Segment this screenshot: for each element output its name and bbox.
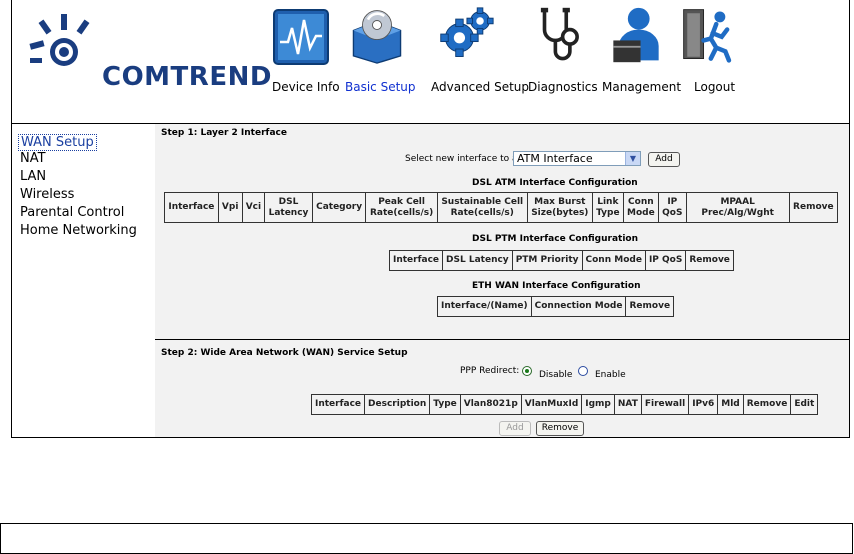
nav-label: Advanced Setup xyxy=(431,80,530,94)
col-header: Vlan8021p xyxy=(459,394,522,415)
col-header: IPv6 xyxy=(688,394,719,415)
logout-icon xyxy=(683,9,732,63)
col-header: Conn Mode xyxy=(581,250,646,271)
main-content: Step 1: Layer 2 Interface Select new int… xyxy=(155,124,849,437)
advanced-setup-icon xyxy=(440,7,494,57)
table-header-row: Interface Description Type Vlan8021p Vla… xyxy=(310,394,819,415)
sidebar-item-nat[interactable]: NAT xyxy=(20,151,46,166)
ppp-redirect-label: PPP Redirect: xyxy=(460,366,520,376)
sidebar-item-home-networking[interactable]: Home Networking xyxy=(20,223,137,238)
col-header: IP QoS xyxy=(657,192,687,223)
col-header: Max Burst Size(bytes) xyxy=(526,192,593,223)
nav-label: Management xyxy=(602,80,682,94)
diagnostics-icon xyxy=(540,7,579,61)
col-header: Mld xyxy=(717,394,744,415)
atm-interface-table: Interface Vpi Vci DSL Latency Category Pe… xyxy=(164,192,839,223)
remove-service-button[interactable]: Remove xyxy=(536,421,584,436)
wan-service-table: Interface Description Type Vlan8021p Vla… xyxy=(310,394,819,415)
col-header: Category xyxy=(311,192,367,223)
col-header: VlanMuxId xyxy=(520,394,583,415)
col-header: Remove xyxy=(625,296,675,317)
col-header: Sustainable Cell Rate(cells/s) xyxy=(436,192,528,223)
chevron-down-icon: ▼ xyxy=(625,152,640,165)
sidebar-item-wireless[interactable]: Wireless xyxy=(20,187,74,202)
col-header: Remove xyxy=(788,192,839,223)
logo-text: COMTREND xyxy=(102,62,272,92)
sidebar-item-lan[interactable]: LAN xyxy=(20,169,46,184)
add-interface-button[interactable]: Add xyxy=(648,152,680,167)
col-header: Link Type xyxy=(591,192,624,223)
ptm-caption: DSL PTM Interface Configuration xyxy=(472,234,639,244)
eth-caption: ETH WAN Interface Configuration xyxy=(472,281,641,291)
col-header: Interface xyxy=(164,192,219,223)
ppp-disable-radio[interactable] xyxy=(522,366,532,376)
col-header: Description xyxy=(364,394,431,415)
select-value: ATM Interface xyxy=(517,152,593,165)
comtrend-logo: COMTREND xyxy=(28,12,271,92)
col-header: IP QoS xyxy=(644,250,687,271)
col-header: Type xyxy=(429,394,461,415)
table-header-row: Interface/(Name) Connection Mode Remove xyxy=(437,296,675,317)
col-header: Edit xyxy=(790,394,819,415)
table-header-row: Interface DSL Latency PTM Priority Conn … xyxy=(388,250,734,271)
nav-label: Logout xyxy=(694,80,736,94)
device-info-icon xyxy=(273,9,329,65)
sidebar-item-parental-control[interactable]: Parental Control xyxy=(20,205,124,220)
ppp-enable-radio[interactable] xyxy=(578,366,588,376)
col-header: Remove xyxy=(685,250,734,271)
ptm-interface-table: Interface DSL Latency PTM Priority Conn … xyxy=(388,250,734,271)
col-header: Firewall xyxy=(640,394,690,415)
footer-box xyxy=(0,523,853,554)
col-header: Conn Mode xyxy=(622,192,659,223)
col-header: Interface xyxy=(388,250,444,271)
col-header: Connection Mode xyxy=(530,296,627,317)
sidebar: WAN Setup NAT LAN Wireless Parental Cont… xyxy=(12,124,155,437)
col-header: Remove xyxy=(742,394,792,415)
step1-title: Step 1: Layer 2 Interface xyxy=(161,128,287,138)
col-header: NAT xyxy=(613,394,642,415)
add-service-button[interactable]: Add xyxy=(499,421,531,436)
col-header: Vpi xyxy=(217,192,243,223)
atm-caption: DSL ATM Interface Configuration xyxy=(472,178,638,188)
eth-interface-table: Interface/(Name) Connection Mode Remove xyxy=(437,296,675,317)
col-header: DSL Latency xyxy=(442,250,513,271)
col-header: Peak Cell Rate(cells/s) xyxy=(365,192,438,223)
nav-label: Diagnostics xyxy=(528,80,598,94)
header: COMTREND Device Info Basic Setup Advance… xyxy=(12,0,849,124)
col-header: Interface/(Name) xyxy=(437,296,532,317)
col-header: Igmp xyxy=(581,394,615,415)
step2-title: Step 2: Wide Area Network (WAN) Service … xyxy=(161,348,408,358)
table-header-row: Interface Vpi Vci DSL Latency Category Pe… xyxy=(164,192,839,223)
col-header: MPAAL Prec/Alg/Wght xyxy=(685,192,790,223)
col-header: PTM Priority xyxy=(511,250,583,271)
ppp-disable-label: Disable xyxy=(539,370,573,380)
management-icon xyxy=(613,7,659,63)
nav-label: Device Info xyxy=(272,80,340,94)
logo-mark-icon xyxy=(29,14,90,66)
section-divider xyxy=(155,339,849,340)
nav-label: Basic Setup xyxy=(345,80,416,94)
basic-setup-icon xyxy=(352,10,402,64)
ppp-enable-label: Enable xyxy=(595,370,626,380)
sidebar-item-wan-setup[interactable]: WAN Setup xyxy=(18,134,97,151)
col-header: Vci xyxy=(241,192,266,223)
col-header: Interface xyxy=(310,394,366,415)
interface-type-select[interactable]: ATM Interface ▼ xyxy=(513,151,641,166)
col-header: DSL Latency xyxy=(264,192,313,223)
